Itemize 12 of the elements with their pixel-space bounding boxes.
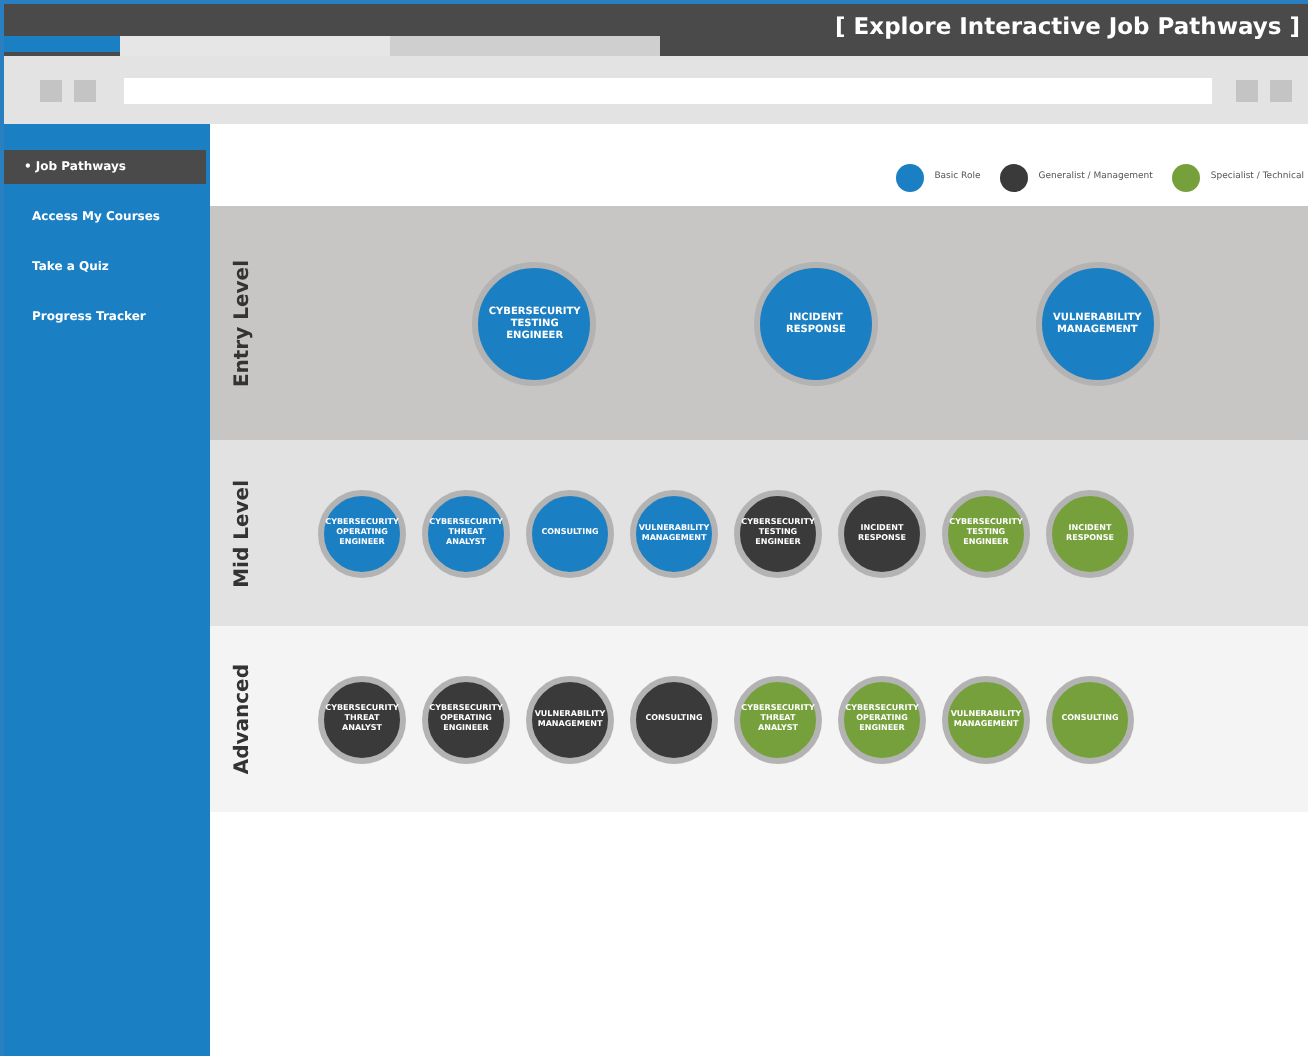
level-label: Advanced <box>231 663 253 775</box>
address-field[interactable] <box>124 77 1212 103</box>
browser-tab[interactable] <box>120 36 390 56</box>
window-title: [ Explore Interactive Job Pathways ] <box>835 11 1302 43</box>
browser-tab[interactable] <box>4 36 120 52</box>
nav-button[interactable] <box>74 79 96 101</box>
level-label: Mid Level <box>231 479 253 587</box>
browser-tab[interactable] <box>390 36 660 56</box>
level-label: Entry Level <box>231 259 253 387</box>
nav-button[interactable] <box>40 79 62 101</box>
toolbar-button[interactable] <box>1270 79 1292 101</box>
toolbar-button[interactable] <box>1236 79 1258 101</box>
